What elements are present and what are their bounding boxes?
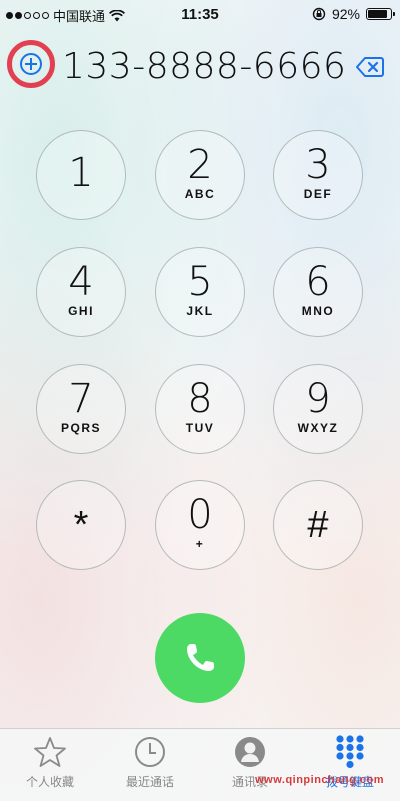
- key-digit: 3: [305, 142, 331, 188]
- dialed-number: 133-8888-6666: [62, 46, 347, 87]
- key-letters: JKL: [186, 304, 214, 318]
- key-letters: MNO: [301, 304, 335, 318]
- key-letters: DEF: [303, 187, 333, 201]
- status-bar: 中国联通 11:35 92%: [0, 0, 400, 28]
- key-digit: 0: [187, 492, 213, 538]
- key-7[interactable]: 7 PQRS: [36, 364, 126, 454]
- key-2[interactable]: 2 ABC: [155, 130, 245, 220]
- battery-icon: [366, 8, 395, 20]
- key-9[interactable]: 9 WXYZ: [273, 364, 363, 454]
- battery-percent: 92%: [331, 6, 360, 22]
- call-button[interactable]: [155, 613, 245, 703]
- tab-favorites[interactable]: 个人收藏: [0, 735, 100, 790]
- key-digit: 8: [187, 376, 213, 422]
- watermark: www.qinpinchang.com: [255, 774, 384, 786]
- star-icon: [34, 737, 66, 767]
- key-digit: 1: [68, 150, 94, 196]
- key-4[interactable]: 4 GHI: [36, 247, 126, 337]
- keypad-icon: [336, 735, 364, 769]
- key-3[interactable]: 3 DEF: [273, 130, 363, 220]
- contact-icon: [235, 737, 265, 767]
- plus-circle-icon: [20, 53, 42, 75]
- key-digit: 4: [68, 259, 94, 305]
- key-letters: ABC: [184, 187, 216, 201]
- key-star[interactable]: *: [36, 480, 126, 570]
- key-letters: WXYZ: [297, 421, 339, 435]
- tab-favorites-label: 个人收藏: [25, 775, 74, 789]
- rotation-lock-icon: [312, 7, 326, 21]
- key-1[interactable]: 1: [36, 130, 126, 220]
- key-5[interactable]: 5 JKL: [155, 247, 245, 337]
- add-contact-button[interactable]: [7, 40, 55, 88]
- key-0[interactable]: 0 +: [155, 480, 245, 570]
- key-letters: GHI: [68, 304, 94, 318]
- key-pound[interactable]: #: [273, 480, 363, 570]
- key-letters: TUV: [185, 421, 215, 435]
- key-digit: 2: [187, 142, 213, 188]
- delete-icon[interactable]: [356, 56, 384, 78]
- key-digit: 9: [305, 376, 331, 422]
- tab-recents[interactable]: 最近通话: [100, 735, 200, 790]
- key-digit: 5: [187, 259, 213, 305]
- status-right: 92%: [312, 6, 395, 22]
- phone-icon: [187, 644, 214, 671]
- clock-icon: [135, 737, 165, 767]
- key-digit: *: [73, 504, 89, 546]
- key-digit: 7: [68, 376, 94, 422]
- tab-recents-label: 最近通话: [125, 775, 174, 789]
- key-letters: PQRS: [60, 421, 101, 435]
- key-digit: #: [307, 504, 329, 546]
- tab-bar: 个人收藏 最近通话 通讯录 拨号键盘: [0, 728, 400, 801]
- key-letters: +: [195, 537, 205, 551]
- key-6[interactable]: 6 MNO: [273, 247, 363, 337]
- key-digit: 6: [305, 259, 331, 305]
- key-8[interactable]: 8 TUV: [155, 364, 245, 454]
